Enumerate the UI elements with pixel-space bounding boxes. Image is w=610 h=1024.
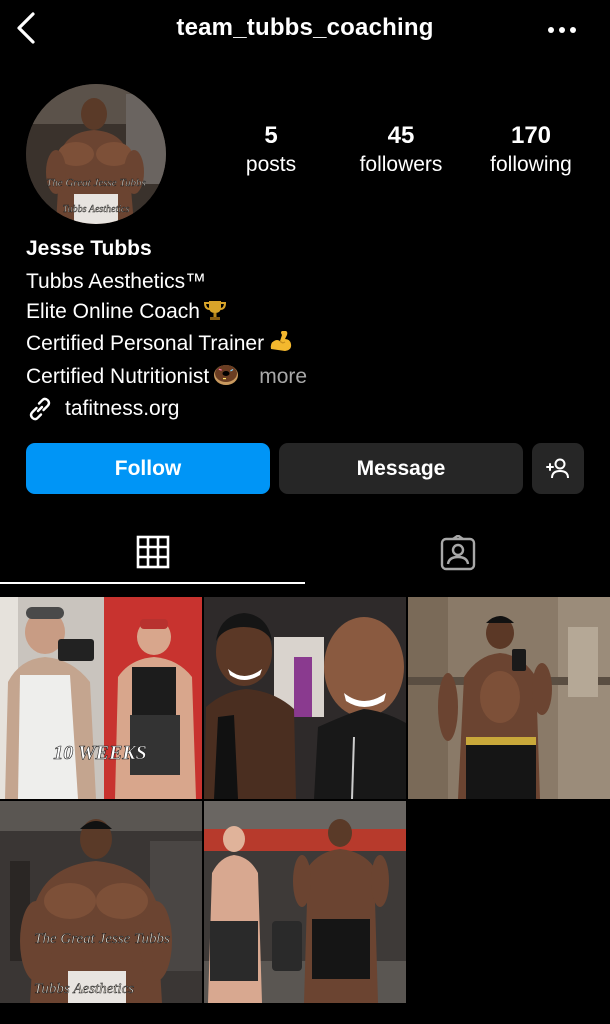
bio-line-3: Certified Personal Trainer [26, 329, 586, 362]
post-1-overlay: 10 WEEKS [53, 742, 147, 764]
post-thumbnail[interactable] [408, 597, 610, 799]
bio-line-4-text: Certified Nutritionist [26, 364, 210, 388]
profile-name: Jesse Tubbs [26, 237, 152, 260]
follow-button[interactable]: Follow [26, 443, 270, 494]
profile-tabs [0, 522, 610, 584]
following-count: 170 [510, 122, 552, 149]
posts-label: posts [245, 153, 297, 176]
website-url: tafitness.org [65, 397, 180, 420]
post-thumbnail[interactable]: 10 WEEKS [0, 597, 202, 799]
followers-count: 45 [387, 122, 415, 149]
tab-posts-grid[interactable] [0, 522, 305, 584]
suggested-accounts-button[interactable] [532, 443, 584, 494]
following-label: following [490, 153, 572, 176]
post-4-overlay-2: Tubbs Aesthetics [34, 981, 134, 997]
bio-line-2-text: Elite Online Coach [26, 299, 200, 323]
post-image [204, 597, 406, 799]
more-options-button[interactable] [544, 16, 580, 44]
post-thumbnail[interactable] [204, 597, 406, 799]
tab-tagged[interactable] [305, 522, 610, 584]
bio-line-1-text: Tubbs Aesthetics™ [26, 270, 207, 293]
message-button[interactable]: Message [279, 443, 523, 494]
post-thumbnail[interactable] [204, 801, 406, 1003]
post-4-overlay: The Great Jesse Tubbs [34, 931, 170, 947]
grid-icon [136, 535, 169, 569]
profile-stats: 5 posts 45 followers 170 following [206, 120, 594, 190]
stat-following[interactable]: 170 following [466, 120, 596, 178]
post-image [204, 801, 406, 1003]
post-thumbnail[interactable]: The Great Jesse Tubbs Tubbs Aesthetics [0, 801, 202, 1003]
flexed-biceps-icon [268, 329, 294, 362]
bio-line-3-text: Certified Personal Trainer [26, 332, 265, 355]
more-horizontal-icon [548, 27, 576, 33]
profile-bio: Jesse Tubbs Tubbs Aesthetics™ Elite Onli… [26, 236, 586, 394]
bio-website-link[interactable]: tafitness.org [26, 394, 179, 424]
avatar-photo: The Great Jesse Tubbs Tubbs Aesthetics [26, 84, 166, 224]
tagged-user-icon [440, 535, 475, 571]
profile-username: team_tubbs_coaching [176, 14, 434, 41]
profile-header: team_tubbs_coaching [0, 0, 610, 58]
bio-more-link[interactable]: more [259, 365, 307, 388]
profile-avatar[interactable]: The Great Jesse Tubbs Tubbs Aesthetics [26, 84, 166, 224]
bio-line-4: Certified Nutritionist more [26, 362, 586, 395]
doughnut-icon [213, 362, 239, 395]
link-icon [29, 397, 51, 421]
stat-followers[interactable]: 45 followers [336, 120, 466, 178]
followers-label: followers [359, 153, 443, 176]
trophy-icon [203, 299, 226, 330]
post-image: The Great Jesse Tubbs Tubbs Aesthetics [0, 801, 202, 1003]
stat-posts[interactable]: 5 posts [206, 120, 336, 178]
avatar-caption-2: Tubbs Aesthetics [63, 204, 130, 215]
avatar-caption-1: The Great Jesse Tubbs [46, 177, 146, 189]
post-image: 10 WEEKS [0, 597, 202, 799]
posts-count: 5 [264, 122, 278, 149]
bio-line-2: Elite Online Coach [26, 297, 586, 330]
bio-line-1: Tubbs Aesthetics™ [26, 267, 586, 297]
add-user-icon [546, 458, 569, 478]
post-image [408, 597, 610, 799]
